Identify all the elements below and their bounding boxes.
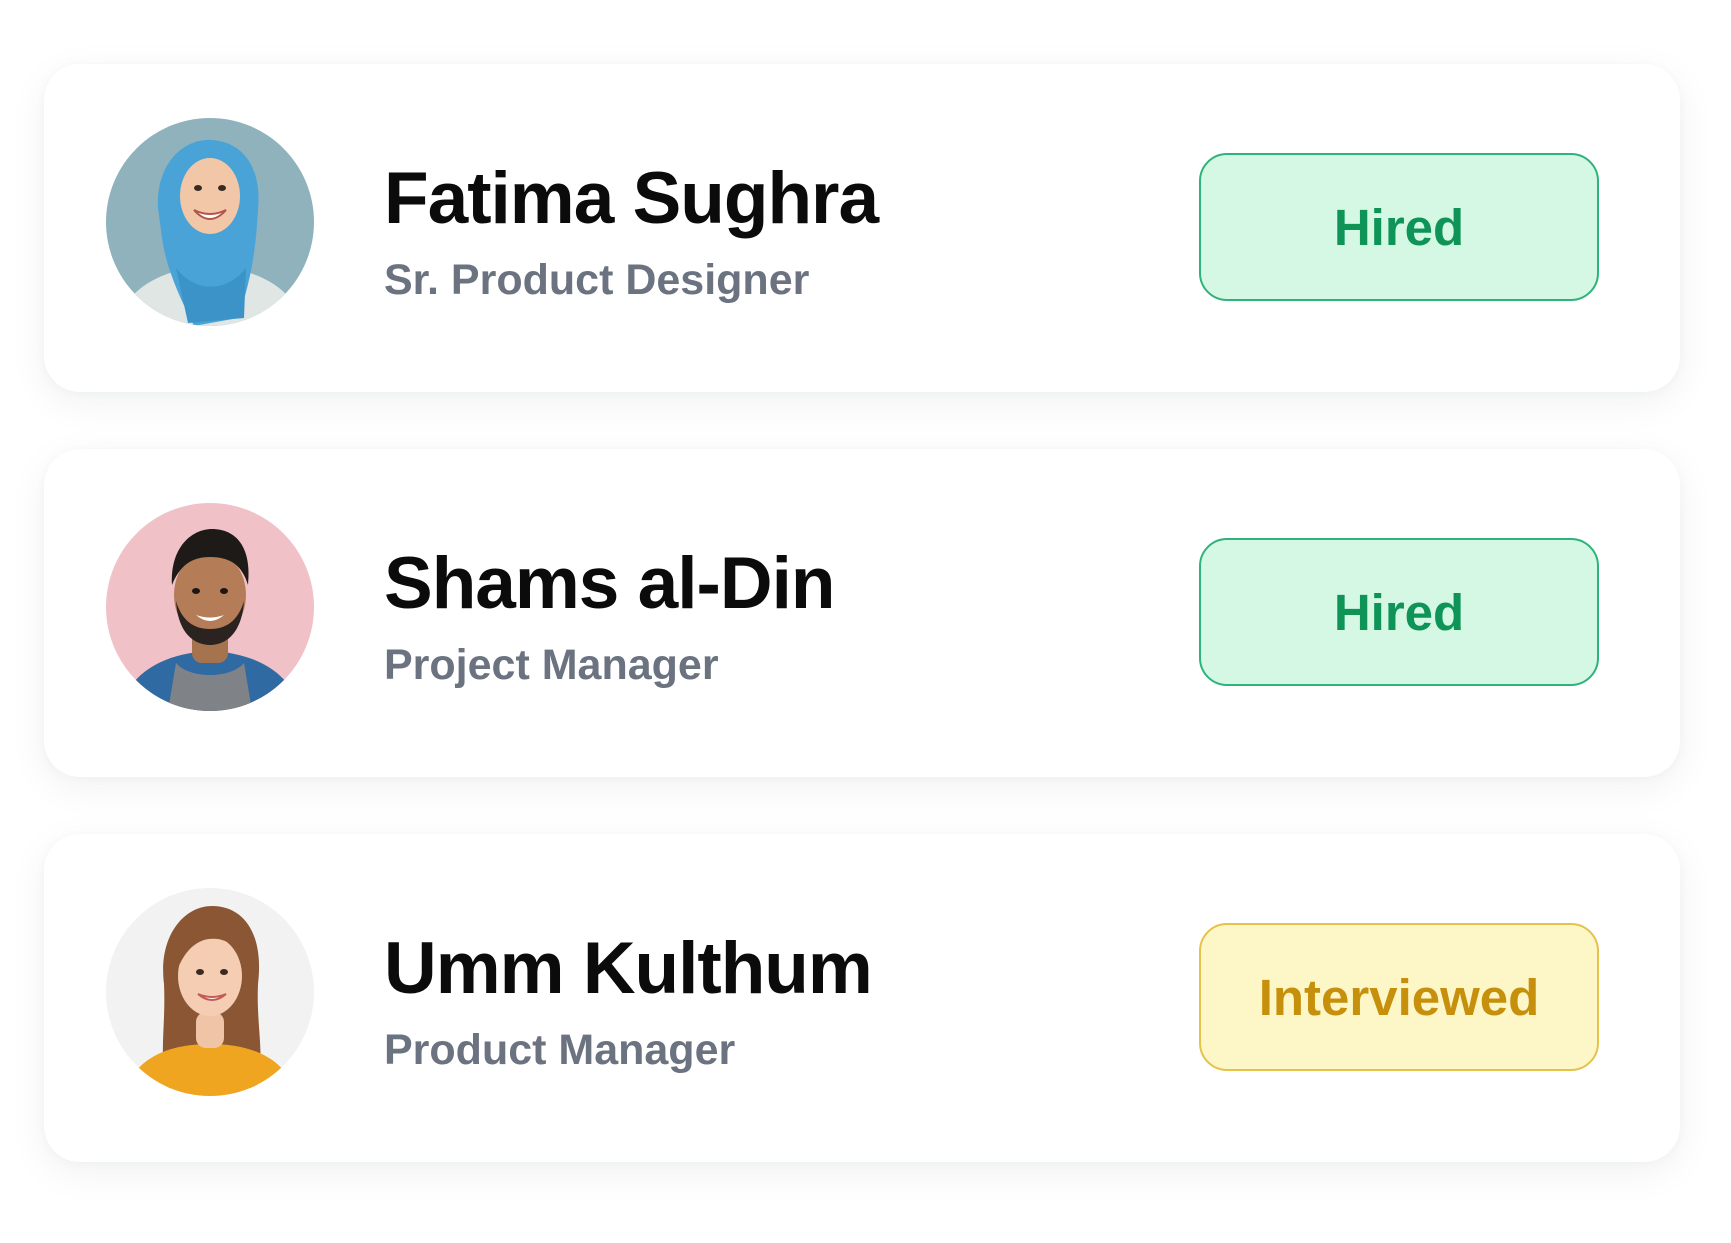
status-badge[interactable]: Interviewed <box>1199 923 1599 1071</box>
candidate-card[interactable]: Fatima Sughra Sr. Product Designer Hired <box>44 64 1680 392</box>
status-badge[interactable]: Hired <box>1199 538 1599 686</box>
candidate-name: Fatima Sughra <box>384 158 879 239</box>
candidate-name: Shams al-Din <box>384 543 835 624</box>
candidate-role: Sr. Product Designer <box>384 256 810 304</box>
candidate-card[interactable]: Umm Kulthum Product Manager Interviewed <box>44 834 1680 1162</box>
candidate-role: Product Manager <box>384 1026 736 1074</box>
avatar <box>106 118 314 326</box>
candidate-role: Project Manager <box>384 641 719 689</box>
avatar <box>106 888 314 1096</box>
candidate-name: Umm Kulthum <box>384 928 873 1009</box>
status-badge[interactable]: Hired <box>1199 153 1599 301</box>
candidate-list: Fatima Sughra Sr. Product Designer Hired <box>44 64 1680 1219</box>
candidate-card[interactable]: Shams al-Din Project Manager Hired <box>44 449 1680 777</box>
avatar <box>106 503 314 711</box>
